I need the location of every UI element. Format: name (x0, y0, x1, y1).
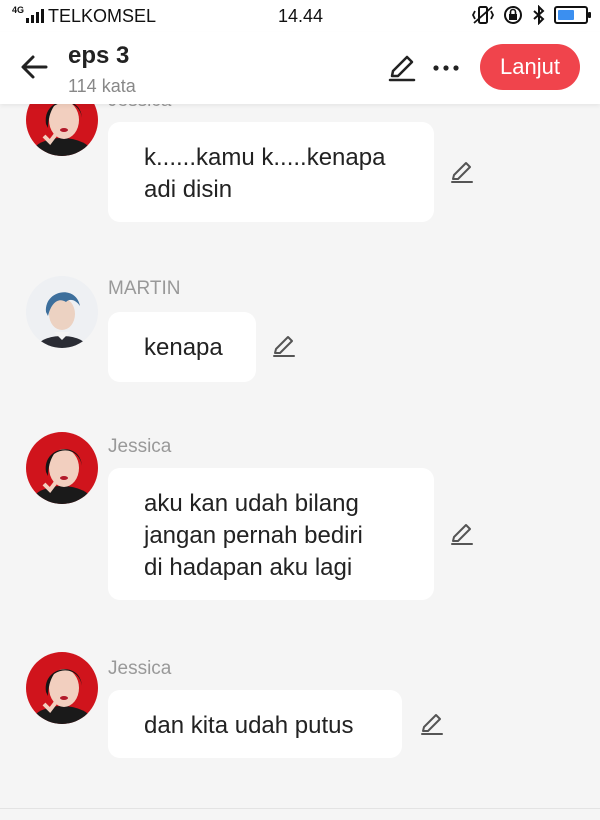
signal-icon (26, 9, 45, 23)
divider (0, 808, 600, 809)
message-bubble: kenapa (108, 312, 256, 382)
carrier-name: TELKOMSEL (48, 5, 157, 26)
pencil-icon[interactable] (270, 332, 298, 360)
clock: 14.44 (278, 6, 324, 26)
vibrate-icon (472, 6, 494, 24)
status-bar: 4G TELKOMSEL 14.44 (0, 0, 600, 32)
chat-list[interactable]: Jessica k......kamu k.....kenapa adi dis… (0, 104, 600, 808)
network-indicator: 4G TELKOMSEL (12, 5, 252, 27)
status-icons (472, 5, 591, 25)
pencil-icon[interactable] (448, 158, 476, 186)
pencil-icon[interactable] (448, 520, 476, 548)
network-type: 4G (12, 5, 25, 15)
back-arrow-icon[interactable] (18, 50, 52, 84)
pencil-icon[interactable] (418, 710, 446, 738)
sender-name: MARTIN (108, 278, 181, 299)
rotation-lock-icon (504, 6, 522, 24)
sender-name: Jessica (108, 436, 172, 457)
word-count: 114 kata (68, 76, 136, 96)
sender-name: Jessica (108, 658, 172, 679)
message-bubble: k......kamu k.....kenapa adi disin (108, 122, 434, 222)
message-bubble: dan kita udah putus (108, 690, 402, 758)
bluetooth-icon (533, 5, 545, 25)
story-title: eps 3 (68, 42, 130, 69)
continue-button[interactable]: Lanjut (480, 44, 580, 90)
jessica-avatar (26, 652, 98, 724)
app-header: eps 3 114 kata Lanjut (0, 32, 600, 104)
pencil-icon[interactable] (386, 52, 418, 84)
martin-avatar (26, 276, 98, 348)
more-dots-icon[interactable] (430, 52, 462, 84)
sender-name: Jessica (108, 104, 171, 112)
battery-level (558, 10, 574, 20)
jessica-avatar (26, 432, 98, 504)
battery-icon (554, 6, 591, 24)
message-bubble: aku kan udah bilang jangan pernah bediri… (108, 468, 434, 600)
jessica-avatar (26, 104, 98, 156)
